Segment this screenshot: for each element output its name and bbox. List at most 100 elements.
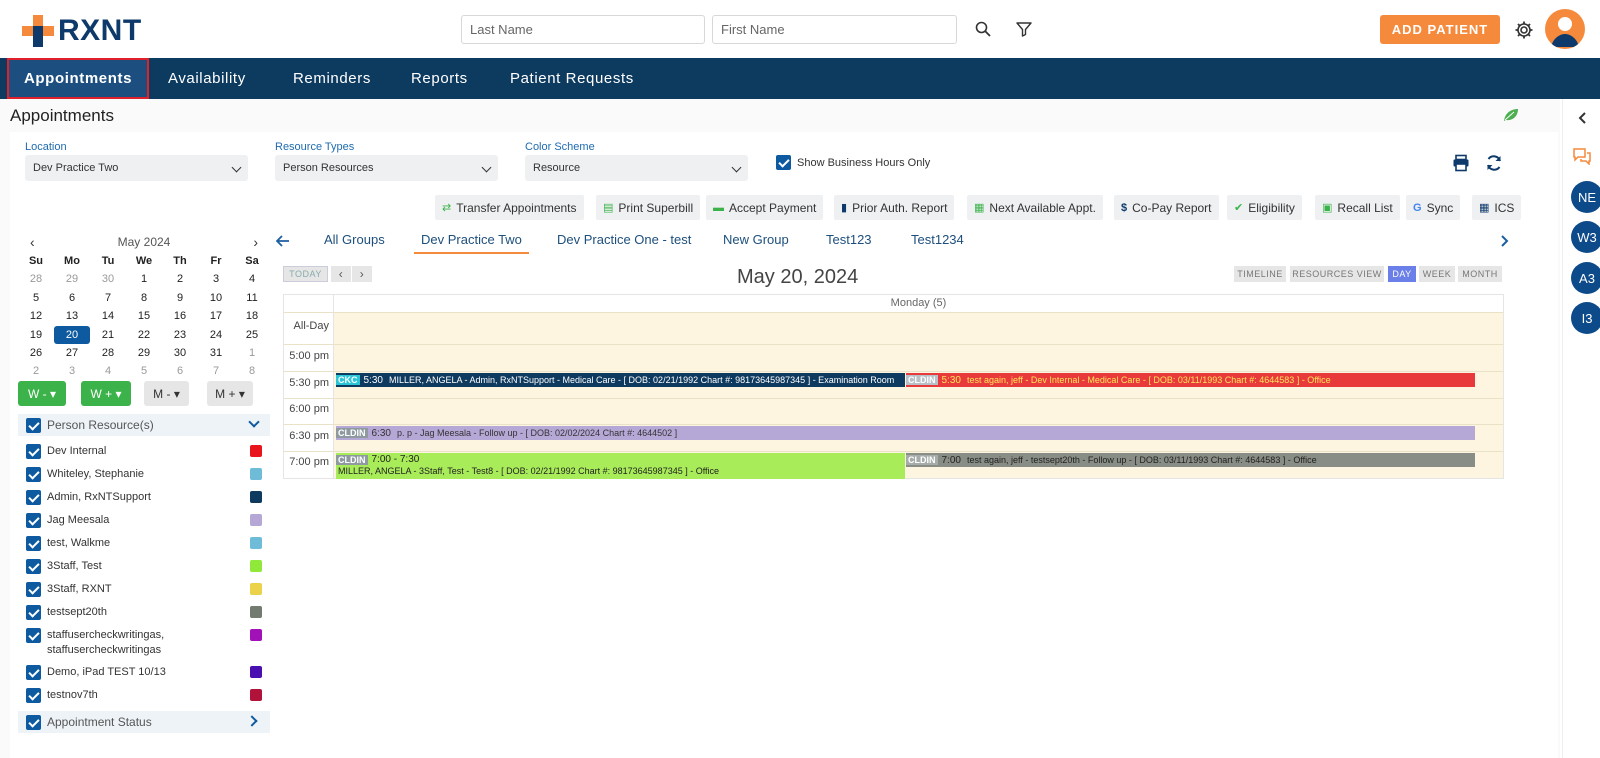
person-resources-header[interactable]: Person Resource(s)	[18, 414, 270, 436]
prev-day-button[interactable]: ‹	[331, 266, 351, 282]
week-plus-button[interactable]: W + ▾	[81, 381, 131, 406]
nav-availability[interactable]: Availability	[168, 58, 246, 99]
view-timeline[interactable]: TIMELINE	[1234, 266, 1286, 282]
calendar-day[interactable]: 3	[54, 362, 90, 380]
calendar-day[interactable]: 5	[126, 362, 162, 380]
group-tab-new-group[interactable]: New Group	[723, 232, 789, 254]
resource-item[interactable]: testnov7th	[26, 688, 266, 703]
calendar-day[interactable]: 22	[126, 326, 162, 344]
calendar-day[interactable]: 15	[126, 307, 162, 325]
recall-list-button[interactable]: ▣ Recall List	[1315, 195, 1400, 220]
calendar-day[interactable]: 1	[126, 270, 162, 288]
calendar-day[interactable]: 26	[18, 344, 54, 362]
resource-item[interactable]: Dev Internal	[26, 444, 266, 459]
resource-checkbox[interactable]	[26, 467, 41, 482]
calendar-day[interactable]: 30	[162, 344, 198, 362]
resource-checkbox[interactable]	[26, 513, 41, 528]
calendar-day[interactable]: 6	[54, 289, 90, 307]
calendar-day[interactable]: 1	[234, 344, 270, 362]
chevron-right-icon[interactable]	[246, 715, 258, 727]
calendar-day[interactable]: 2	[18, 362, 54, 380]
calendar-day[interactable]: 5	[18, 289, 54, 307]
view-day[interactable]: DAY	[1388, 266, 1416, 282]
calendar-day[interactable]: 14	[90, 307, 126, 325]
user-avatar[interactable]	[1545, 9, 1585, 49]
view-month[interactable]: MONTH	[1458, 266, 1502, 282]
next-available-button[interactable]: ▦ Next Available Appt.	[967, 195, 1103, 220]
group-tab-all[interactable]: All Groups	[324, 232, 385, 254]
resource-checkbox[interactable]	[26, 490, 41, 505]
ics-button[interactable]: ▦ ICS	[1472, 195, 1522, 220]
resource-types-select[interactable]: Person Resources	[275, 155, 498, 181]
print-superbill-button[interactable]: ▤ Print Superbill	[596, 195, 701, 220]
resource-checkbox[interactable]	[26, 444, 41, 459]
nav-reminders[interactable]: Reminders	[293, 58, 371, 99]
chevron-down-icon[interactable]	[248, 416, 260, 428]
month-plus-button[interactable]: M + ▾	[207, 381, 253, 406]
add-patient-button[interactable]: ADD PATIENT	[1380, 15, 1500, 44]
leaf-icon[interactable]	[1502, 107, 1520, 123]
calendar-day[interactable]: 10	[198, 289, 234, 307]
group-tab-test1234[interactable]: Test1234	[911, 232, 964, 254]
calendar-day[interactable]: 3	[198, 270, 234, 288]
filter-icon[interactable]	[1014, 19, 1034, 39]
group-tab-dev-practice-one[interactable]: Dev Practice One - test	[557, 232, 691, 254]
resource-item[interactable]: testsept20th	[26, 605, 266, 620]
accept-payment-button[interactable]: ▬ Accept Payment	[706, 195, 824, 220]
nav-appointments[interactable]: Appointments	[7, 58, 149, 99]
rail-user-a3[interactable]: A3	[1571, 262, 1600, 294]
resource-item[interactable]: 3Staff, RXNT	[26, 582, 266, 597]
calendar-day[interactable]: 28	[18, 270, 54, 288]
calendar-day[interactable]: 25	[234, 326, 270, 344]
person-resources-checkbox[interactable]	[26, 417, 41, 433]
gear-icon[interactable]	[1513, 19, 1535, 41]
chat-icon[interactable]	[1571, 146, 1593, 166]
calendar-day[interactable]: 8	[234, 362, 270, 380]
today-button[interactable]: TODAY	[283, 266, 328, 282]
calendar-day[interactable]: 28	[90, 344, 126, 362]
rail-user-ne[interactable]: NE	[1571, 181, 1600, 213]
calendar-day[interactable]: 4	[90, 362, 126, 380]
week-minus-button[interactable]: W - ▾	[18, 381, 66, 406]
search-icon[interactable]	[973, 19, 993, 39]
print-icon[interactable]	[1451, 153, 1471, 173]
next-day-button[interactable]: ›	[352, 266, 372, 282]
resource-checkbox[interactable]	[26, 582, 41, 597]
appointment-block[interactable]: CKC 5:30 MILLER, ANGELA - Admin, RxNTSup…	[336, 373, 905, 387]
location-select[interactable]: Dev Practice Two	[25, 155, 248, 181]
calendar-day[interactable]: 21	[90, 326, 126, 344]
calendar-day[interactable]: 29	[126, 344, 162, 362]
sync-button[interactable]: G Sync	[1406, 195, 1461, 220]
view-week[interactable]: WEEK	[1419, 266, 1455, 282]
chevron-right-icon[interactable]	[1497, 233, 1513, 249]
nav-reports[interactable]: Reports	[411, 58, 468, 99]
calendar-day[interactable]: 7	[90, 289, 126, 307]
group-tab-dev-practice-two[interactable]: Dev Practice Two	[414, 232, 529, 254]
prior-auth-report-button[interactable]: ▮ Prior Auth. Report	[834, 195, 955, 220]
transfer-appointments-button[interactable]: ⇄ Transfer Appointments	[435, 195, 584, 220]
resource-item[interactable]: 3Staff, Test	[26, 559, 266, 574]
appointment-status-checkbox[interactable]	[26, 714, 41, 730]
resource-item[interactable]: Whiteley, Stephanie	[26, 467, 266, 482]
calendar-day[interactable]: 12	[18, 307, 54, 325]
calendar-day[interactable]: 9	[162, 289, 198, 307]
eligibility-button[interactable]: ✔ Eligibility	[1227, 195, 1302, 220]
color-scheme-select[interactable]: Resource	[525, 155, 748, 181]
calendar-day[interactable]: 6	[162, 362, 198, 380]
calendar-day[interactable]: 8	[126, 289, 162, 307]
calendar-day[interactable]: 29	[54, 270, 90, 288]
calendar-day[interactable]: 24	[198, 326, 234, 344]
resource-checkbox[interactable]	[26, 559, 41, 574]
month-minus-button[interactable]: M - ▾	[144, 381, 189, 406]
calendar-day[interactable]: 31	[198, 344, 234, 362]
appointment-block[interactable]: CLDIN 6:30 p. p - Jag Meesala - Follow u…	[336, 426, 1475, 440]
business-hours-checkbox[interactable]	[776, 155, 791, 170]
collapse-chevron-icon[interactable]	[1575, 111, 1589, 125]
rxnt-logo[interactable]: RXNT	[22, 14, 142, 48]
last-name-input[interactable]	[461, 15, 705, 44]
appointment-status-header[interactable]: Appointment Status	[18, 711, 270, 733]
copay-report-button[interactable]: $ Co-Pay Report	[1114, 195, 1219, 220]
resource-checkbox[interactable]	[26, 665, 41, 680]
resource-checkbox[interactable]	[26, 628, 41, 643]
calendar-day[interactable]: 16	[162, 307, 198, 325]
